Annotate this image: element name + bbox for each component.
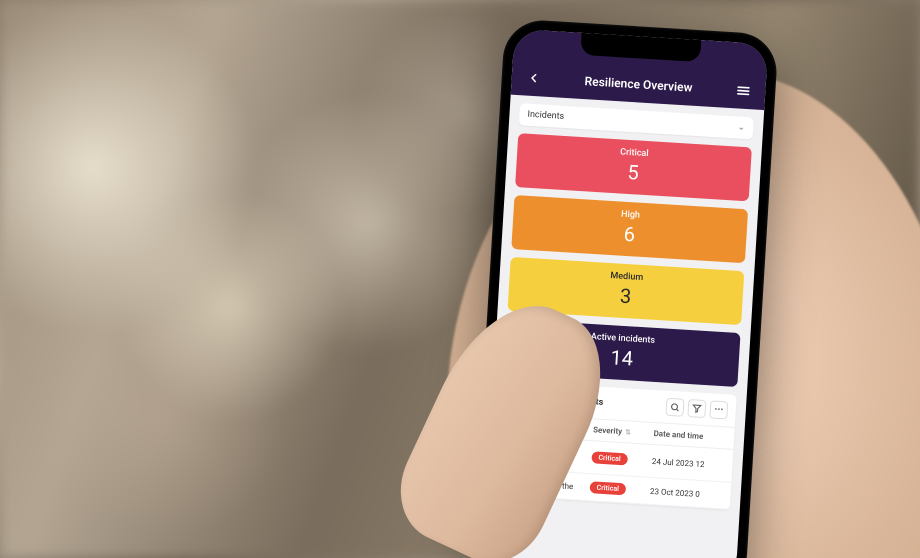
severity-badge: Critical	[591, 451, 628, 465]
column-datetime[interactable]: Date and time	[653, 429, 726, 442]
section-tools: ⋯	[665, 398, 728, 420]
chevron-down-icon: ⌄	[737, 123, 745, 133]
cell-severity: Critical	[589, 481, 650, 497]
card-critical[interactable]: Critical 5	[515, 133, 752, 201]
tab-incidents[interactable]: Incidents ⌄	[519, 103, 754, 139]
cell-datetime: 24 Jul 2023 12	[652, 456, 725, 469]
ellipsis-icon: ⋯	[714, 405, 724, 416]
arrow-left-icon	[526, 71, 541, 86]
sort-icon: ⇅	[625, 428, 631, 436]
card-high[interactable]: High 6	[511, 195, 748, 263]
page-title: Resilience Overview	[584, 74, 693, 95]
column-severity[interactable]: Severity ⇅	[593, 425, 654, 438]
column-datetime-label: Date and time	[653, 429, 703, 441]
cell-severity: Critical	[591, 451, 652, 467]
back-button[interactable]	[523, 67, 544, 88]
search-icon	[670, 402, 681, 413]
severity-badge: Critical	[589, 481, 626, 495]
column-severity-label: Severity	[593, 425, 623, 436]
search-button[interactable]	[665, 398, 684, 417]
filter-button[interactable]	[687, 399, 706, 418]
hamburger-icon	[735, 82, 752, 99]
tab-label: Incidents	[527, 110, 564, 122]
cell-datetime: 23 Oct 2023 0	[650, 486, 723, 499]
filter-icon	[692, 403, 703, 414]
menu-button[interactable]	[733, 80, 754, 101]
more-button[interactable]: ⋯	[709, 400, 728, 419]
